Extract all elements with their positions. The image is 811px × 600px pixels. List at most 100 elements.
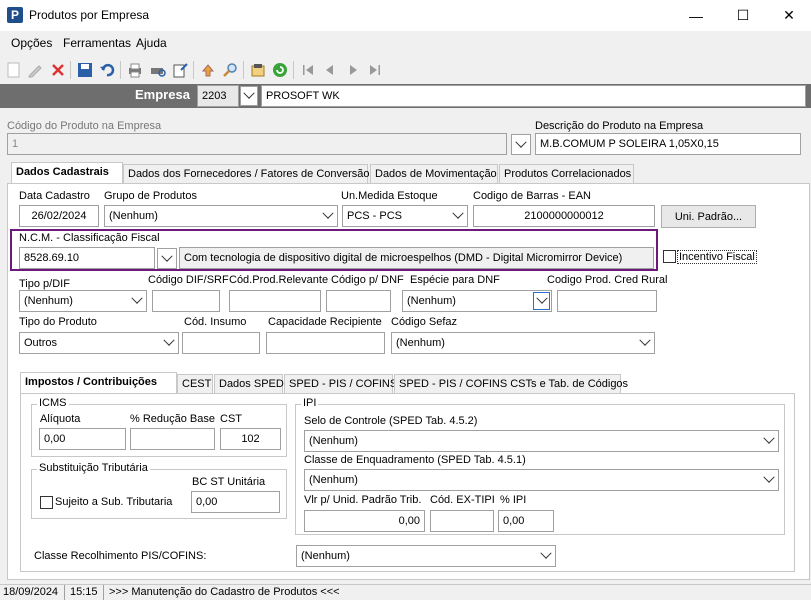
chevron-down-icon bbox=[515, 136, 527, 148]
tab-sped-pis-cofins-csts[interactable]: SPED - PIS / COFINS CSTs e Tab. de Códig… bbox=[394, 374, 628, 394]
ncm-label: N.C.M. - Classificação Fiscal bbox=[19, 232, 160, 244]
tab-cest[interactable]: CEST bbox=[177, 374, 213, 394]
chevron-down-icon bbox=[636, 334, 653, 352]
minimize-button[interactable]: — bbox=[673, 0, 719, 31]
selo-controle-select[interactable]: (Nenhum) bbox=[304, 430, 779, 452]
tipo-dif-value: (Nenhum) bbox=[24, 295, 73, 307]
sujeito-sub-checkbox[interactable] bbox=[40, 496, 53, 509]
first-record-icon[interactable] bbox=[298, 60, 318, 80]
tab-dados-fornecedores[interactable]: Dados dos Fornecedores / Fatores de Conv… bbox=[123, 164, 370, 184]
tipo-produto-label: Tipo do Produto bbox=[19, 316, 97, 328]
edit-icon[interactable] bbox=[25, 60, 45, 80]
incentivo-fiscal-label[interactable]: Incentivo Fiscal bbox=[677, 250, 757, 264]
bc-st-field[interactable]: 0,00 bbox=[191, 491, 280, 513]
cod-insumo-label: Cód. Insumo bbox=[184, 316, 247, 328]
prev-record-icon[interactable] bbox=[320, 60, 340, 80]
chevron-down-icon bbox=[537, 547, 554, 565]
empresa-label: Empresa bbox=[135, 87, 190, 102]
print-icon[interactable] bbox=[125, 60, 145, 80]
tab-dados-movimentacao[interactable]: Dados de Movimentação bbox=[370, 164, 498, 184]
unmedida-select[interactable]: PCS - PCS bbox=[342, 205, 468, 227]
aliquota-label: Alíquota bbox=[40, 413, 81, 425]
last-record-icon[interactable] bbox=[365, 60, 385, 80]
codigo-dif-label: Código DIF/SRF bbox=[148, 274, 229, 286]
undo-icon[interactable] bbox=[97, 60, 117, 80]
aliquota-field[interactable]: 0,00 bbox=[39, 428, 126, 450]
lookup-icon[interactable] bbox=[198, 60, 218, 80]
close-button[interactable]: ✕ bbox=[766, 0, 811, 31]
incentivo-fiscal-checkbox[interactable] bbox=[663, 250, 676, 263]
classe-pis-label: Classe Recolhimento PIS/COFINS: bbox=[34, 550, 207, 562]
chevron-down-icon bbox=[760, 432, 777, 450]
classe-pis-value: (Nenhum) bbox=[301, 550, 350, 562]
codigo-produto-field[interactable]: 1 bbox=[7, 133, 507, 155]
tipo-dif-select[interactable]: (Nenhum) bbox=[19, 290, 147, 312]
vlr-unid-label: Vlr p/ Unid. Padrão Trib. bbox=[304, 494, 422, 506]
next-record-icon[interactable] bbox=[343, 60, 363, 80]
uni-padrao-button[interactable]: Uni. Padrão... bbox=[661, 205, 756, 228]
data-cadastro-field[interactable]: 26/02/2024 bbox=[19, 205, 99, 227]
delete-icon[interactable] bbox=[48, 60, 68, 80]
ex-tipi-field[interactable] bbox=[430, 510, 494, 532]
menu-ferramentas[interactable]: Ferramentas bbox=[63, 36, 131, 50]
cod-cred-rural-field[interactable] bbox=[557, 290, 657, 312]
ean-field[interactable]: 2100000000012 bbox=[473, 205, 655, 227]
toolbar bbox=[0, 56, 811, 84]
save-icon[interactable] bbox=[75, 60, 95, 80]
pct-ipi-label: % IPI bbox=[500, 494, 527, 506]
sujeito-sub-label: Sujeito a Sub. Tributaria bbox=[55, 496, 173, 508]
codigo-dnf-field[interactable] bbox=[326, 290, 391, 312]
status-time: 15:15 bbox=[70, 586, 98, 598]
sefaz-select[interactable]: (Nenhum) bbox=[391, 332, 655, 354]
ipi-title: IPI bbox=[301, 397, 319, 409]
maximize-button[interactable]: ☐ bbox=[720, 0, 766, 31]
empresa-dropdown-button[interactable] bbox=[240, 86, 258, 106]
ncm-field[interactable]: 8528.69.10 bbox=[19, 247, 155, 269]
tab-sped-pis-cofins[interactable]: SPED - PIS / COFINS bbox=[284, 374, 397, 394]
status-separator bbox=[103, 585, 104, 600]
chevron-down-icon bbox=[160, 334, 177, 352]
chevron-down-icon bbox=[161, 250, 173, 262]
tab-impostos[interactable]: Impostos / Contribuições bbox=[20, 372, 177, 394]
capacidade-field[interactable] bbox=[266, 332, 385, 354]
cst-field[interactable]: 102 bbox=[220, 428, 281, 450]
cod-relevante-field[interactable] bbox=[229, 290, 321, 312]
empresa-code-field[interactable]: 2203 bbox=[197, 85, 239, 107]
classe-enquadramento-value: (Nenhum) bbox=[309, 474, 358, 486]
reducao-base-field[interactable] bbox=[130, 428, 215, 450]
chevron-down-icon bbox=[243, 87, 255, 99]
toolbar-separator bbox=[120, 61, 121, 79]
search-icon[interactable] bbox=[220, 60, 240, 80]
pct-ipi-field[interactable]: 0,00 bbox=[498, 510, 554, 532]
codigo-produto-dropdown-button[interactable] bbox=[511, 134, 531, 155]
especie-dnf-value: (Nenhum) bbox=[407, 295, 456, 307]
vlr-unid-field[interactable]: 0,00 bbox=[304, 510, 425, 532]
ncm-dropdown-button[interactable] bbox=[157, 248, 177, 269]
descricao-produto-field[interactable]: M.B.COMUM P SOLEIRA 1,05X0,15 bbox=[535, 133, 801, 155]
ex-tipi-label: Cód. EX-TIPI bbox=[430, 494, 495, 506]
status-date: 18/09/2024 bbox=[3, 586, 59, 598]
menu-opcoes[interactable]: Opções bbox=[11, 36, 52, 50]
refresh-icon[interactable] bbox=[270, 60, 290, 80]
grupo-produtos-select[interactable]: (Nenhum) bbox=[104, 205, 338, 227]
export-icon[interactable] bbox=[170, 60, 190, 80]
tipo-produto-select[interactable]: Outros bbox=[19, 332, 179, 354]
empresa-name-field: PROSOFT WK bbox=[261, 85, 806, 107]
print-preview-icon[interactable] bbox=[148, 60, 168, 80]
tab-dados-cadastrais[interactable]: Dados Cadastrais bbox=[11, 162, 123, 184]
cod-insumo-field[interactable] bbox=[182, 332, 260, 354]
codigo-dnf-label: Código p/ DNF bbox=[331, 274, 404, 286]
sefaz-label: Código Sefaz bbox=[391, 316, 458, 328]
reducao-base-label: % Redução Base bbox=[130, 413, 215, 425]
especie-dnf-select[interactable]: (Nenhum) bbox=[402, 290, 552, 312]
tab-dados-sped[interactable]: Dados SPED bbox=[214, 374, 284, 394]
classe-enquadramento-select[interactable]: (Nenhum) bbox=[304, 469, 779, 491]
ncm-description-field: Com tecnologia de dispositivo digital de… bbox=[179, 247, 654, 269]
tab-produtos-correlacionados[interactable]: Produtos Correlacionados bbox=[499, 164, 634, 184]
codigo-dif-field[interactable] bbox=[152, 290, 220, 312]
status-message: >>> Manutenção do Cadastro de Produtos <… bbox=[109, 586, 340, 598]
new-doc-icon[interactable] bbox=[4, 60, 24, 80]
report-icon[interactable] bbox=[248, 60, 268, 80]
menu-ajuda[interactable]: Ajuda bbox=[136, 36, 167, 50]
classe-pis-select[interactable]: (Nenhum) bbox=[296, 545, 556, 567]
